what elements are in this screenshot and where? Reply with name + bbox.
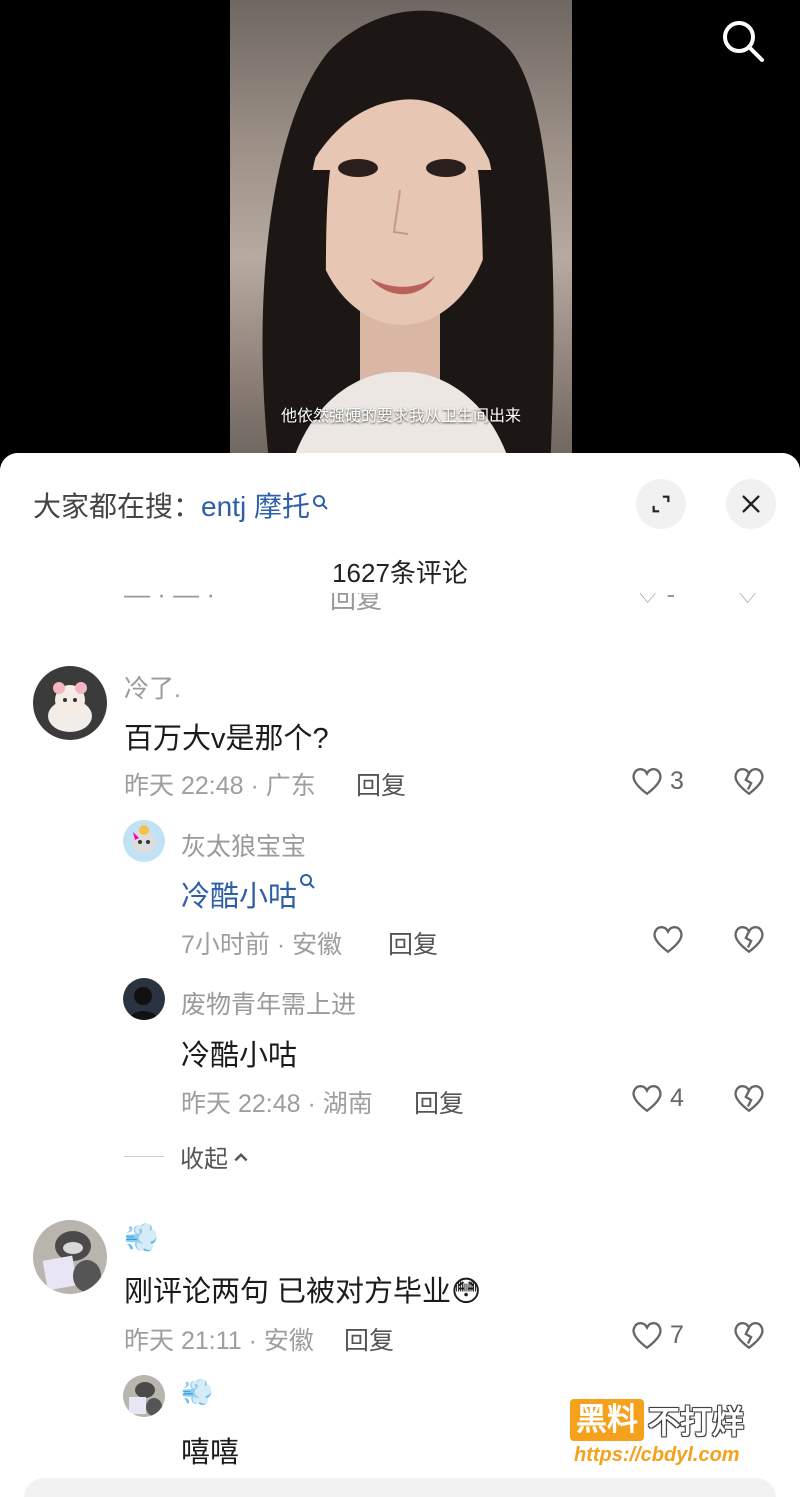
dislike-button[interactable] <box>732 1081 766 1120</box>
like-button[interactable] <box>651 922 691 956</box>
comment-count-title: 1627条评论 <box>332 558 468 588</box>
reply-time-location: 昨天 22:48 · 湖南 <box>181 1090 373 1118</box>
comment-username[interactable]: 冷了. <box>124 669 181 705</box>
dislike-button[interactable] <box>732 922 766 961</box>
like-button[interactable]: 7 <box>630 1318 684 1352</box>
video-person-image <box>262 10 554 470</box>
reply-text: 冷酷小咕 <box>181 1040 298 1072</box>
expand-icon <box>652 495 670 513</box>
collapse-replies-button[interactable]: 收起 <box>124 1139 250 1174</box>
dislike-button[interactable] <box>732 764 766 803</box>
avatar[interactable] <box>33 1220 107 1294</box>
avatar[interactable] <box>123 820 165 862</box>
broken-heart-icon <box>734 1085 764 1113</box>
sheet-header: 大家都在搜：entj 摩托 1627条评论 <box>0 453 800 593</box>
comment-sheet: 大家都在搜：entj 摩托 1627条评论 — · — · 回复 ♡ - ♡ 冷… <box>0 453 800 1497</box>
like-button[interactable]: 3 <box>630 764 684 798</box>
avatar[interactable] <box>123 1375 165 1417</box>
broken-heart-icon <box>734 926 764 954</box>
reply-username[interactable]: 废物青年需上进 <box>181 985 356 1021</box>
watermark-url: https://cbdyl.com <box>574 1444 740 1466</box>
collapse-label[interactable]: 收起 <box>180 1139 228 1174</box>
watermark-logo: 黑料 不打烊 https://cbdyl.com <box>570 1398 776 1472</box>
like-count: 4 <box>670 1083 684 1112</box>
hot-search-keyword-text[interactable]: entj 摩托 <box>201 491 310 522</box>
reply-text-link[interactable]: 冷酷小咕 <box>181 873 315 915</box>
video-frame: 他依然强硬的要求我从卫生间出来 <box>230 0 572 470</box>
reply-text: 嘻嘻 <box>181 1437 240 1469</box>
close-icon <box>742 495 760 513</box>
keyword-search-icon <box>312 485 328 517</box>
scrolled-off-row: — · — · 回复 ♡ - ♡ <box>124 593 760 613</box>
heart-icon <box>632 1085 662 1113</box>
hot-search-prefix: 大家都在搜： <box>33 491 202 522</box>
chevron-up-icon <box>234 1152 248 1161</box>
watermark-badge: 黑料 <box>570 1399 644 1441</box>
like-count: 7 <box>670 1320 684 1349</box>
heart-icon <box>632 1322 662 1350</box>
broken-heart-icon <box>734 768 764 796</box>
like-button[interactable]: 4 <box>630 1081 684 1115</box>
reply-time-location: 7小时前 · 安徽 <box>181 931 343 959</box>
video-subtitle: 他依然强硬的要求我从卫生间出来 <box>280 408 521 425</box>
heart-icon <box>653 926 683 954</box>
avatar[interactable] <box>33 666 107 740</box>
reply-button[interactable]: 回复 <box>414 1084 464 1120</box>
comment-text: 百万大v是那个? <box>124 723 329 755</box>
reply-username[interactable]: 灰太狼宝宝 <box>181 827 306 863</box>
dislike-button[interactable] <box>732 1318 766 1357</box>
reply-button[interactable]: 回复 <box>388 925 438 961</box>
comment-time-location: 昨天 21:11 · 安徽 <box>124 1327 314 1355</box>
comment-username[interactable]: 💨 <box>124 1221 159 1254</box>
keyword-search-icon <box>300 874 315 889</box>
divider-line <box>124 1156 164 1157</box>
comment-input-bar[interactable] <box>24 1478 776 1497</box>
reply-text[interactable]: 冷酷小咕 <box>181 881 297 913</box>
reply-username[interactable]: 💨 <box>181 1377 213 1408</box>
hot-search-keyword[interactable]: entj 摩托 <box>201 491 328 522</box>
video-player[interactable]: 他依然强硬的要求我从卫生间出来 <box>0 0 800 470</box>
watermark-text: 不打烊 <box>648 1403 745 1441</box>
avatar[interactable] <box>123 978 165 1020</box>
like-count: 3 <box>670 766 684 795</box>
reply-button[interactable]: 回复 <box>344 1321 394 1357</box>
hot-search-bar: 大家都在搜：entj 摩托 <box>33 485 328 525</box>
heart-icon <box>632 768 662 796</box>
comment-text: 刚评论两句 已被对方毕业😳 <box>124 1276 482 1308</box>
search-icon[interactable] <box>718 16 766 64</box>
close-button[interactable] <box>726 479 776 529</box>
broken-heart-icon <box>734 1322 764 1350</box>
reply-button[interactable]: 回复 <box>356 766 406 802</box>
expand-button[interactable] <box>636 479 686 529</box>
comment-time-location: 昨天 22:48 · 广东 <box>124 772 316 800</box>
